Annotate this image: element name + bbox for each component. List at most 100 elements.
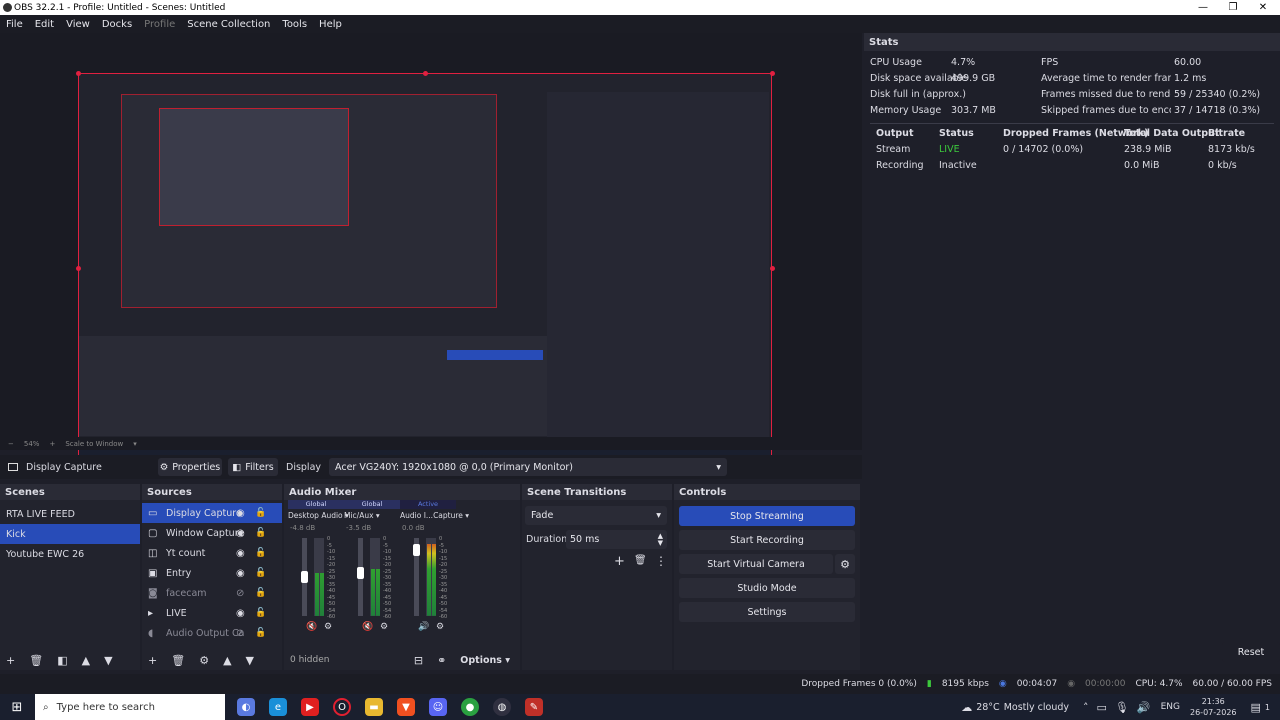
display-select[interactable]: Acer VG240Y: 1920x1080 @ 0,0 (Primary Mo… <box>329 458 728 476</box>
lock-icon[interactable]: 🔓 <box>255 608 266 618</box>
channel-name[interactable]: Mic/Aux ▾ <box>344 511 400 520</box>
chevron-up-icon[interactable]: ▲ <box>223 654 231 667</box>
zoom-out-icon[interactable]: − <box>8 440 14 448</box>
zoom-mode[interactable]: Scale to Window <box>65 440 123 448</box>
resize-handle-tl[interactable] <box>76 71 81 76</box>
add-icon[interactable]: + <box>6 654 15 667</box>
muted-speaker-icon[interactable]: 🔇 <box>306 622 317 632</box>
trash-icon[interactable]: 🗑 <box>171 654 185 667</box>
eye-icon[interactable]: ◉ <box>236 548 245 559</box>
resize-handle-ml[interactable] <box>76 266 81 271</box>
mic-icon[interactable]: 🎙 <box>1115 701 1129 714</box>
preview-area[interactable] <box>0 33 862 466</box>
trash-icon[interactable]: 🗑 <box>29 654 43 667</box>
add-icon[interactable]: + <box>148 654 157 667</box>
source-item[interactable]: ◫ Yt count ◉ 🔓 <box>142 543 282 563</box>
virtual-camera-settings-button[interactable]: ⚙ <box>835 554 855 574</box>
source-item[interactable]: ▭ Display Capture ◉ 🔓 <box>142 503 282 523</box>
lock-icon[interactable]: 🔓 <box>255 588 266 598</box>
chevron-down-icon[interactable]: ▼ <box>104 654 112 667</box>
muted-speaker-icon[interactable]: 🔇 <box>362 622 373 632</box>
lock-icon[interactable]: 🔓 <box>255 528 266 538</box>
eye-icon[interactable]: ◉ <box>236 608 245 619</box>
taskbar-search[interactable]: ⌕ Type here to search <box>35 694 225 720</box>
youtube-icon[interactable]: ▶ <box>301 698 319 716</box>
lock-icon[interactable]: 🔓 <box>255 548 266 558</box>
restore-button[interactable]: ❐ <box>1218 0 1248 15</box>
gear-icon[interactable]: ⚙ <box>324 622 332 632</box>
add-icon[interactable]: + <box>614 554 625 569</box>
resize-handle-mr[interactable] <box>770 266 775 271</box>
menu-tools[interactable]: Tools <box>282 19 307 30</box>
stop-streaming-button[interactable]: Stop Streaming <box>679 506 855 526</box>
menu-edit[interactable]: Edit <box>35 19 54 30</box>
menu-profile[interactable]: Profile <box>144 19 175 30</box>
tray-chevron-icon[interactable]: ˄ <box>1083 701 1089 714</box>
start-recording-button[interactable]: Start Recording <box>679 530 855 550</box>
scene-item-selected[interactable]: Kick <box>0 524 140 544</box>
brave-icon[interactable]: ▼ <box>397 698 415 716</box>
volume-icon[interactable]: 🔊 <box>1137 701 1151 714</box>
app-icon[interactable]: ✎ <box>525 698 543 716</box>
gear-icon[interactable]: ⚙ <box>199 654 209 667</box>
volume-knob[interactable] <box>357 567 364 580</box>
channel-name[interactable]: Desktop Audio ▾ <box>288 511 349 520</box>
trash-icon[interactable]: 🗑 <box>634 555 647 566</box>
chrome-icon[interactable]: ● <box>461 698 479 716</box>
volume-knob[interactable] <box>413 543 420 556</box>
eye-hidden-icon[interactable]: ⊘ <box>236 588 244 599</box>
start-virtual-camera-button[interactable]: Start Virtual Camera <box>679 554 833 574</box>
obs-taskbar-icon[interactable]: ◍ <box>493 698 511 716</box>
language[interactable]: ENG <box>1161 702 1180 712</box>
transition-select[interactable]: Fade ▾ <box>525 506 667 525</box>
notifications-icon[interactable]: ▤ <box>1251 701 1261 714</box>
resize-handle-tm[interactable] <box>423 71 428 76</box>
lock-icon[interactable]: 🔓 <box>255 628 266 638</box>
clock[interactable]: 21:36 26-07-2026 <box>1190 696 1237 718</box>
eye-icon[interactable]: ◉ <box>236 528 245 539</box>
menu-docks[interactable]: Docks <box>102 19 132 30</box>
windows-start-icon[interactable]: ⊞ <box>8 698 26 716</box>
channel-name[interactable]: Audio I...Capture ▾ <box>400 511 469 520</box>
filters-button[interactable]: ◧ Filters <box>228 458 278 476</box>
options-button[interactable]: Options ▾ <box>460 655 510 666</box>
eye-hidden-icon[interactable]: ⊘ <box>236 628 244 639</box>
resize-handle-tr[interactable] <box>770 71 775 76</box>
network-icon[interactable]: ▭ <box>1097 701 1107 714</box>
scene-item[interactable]: RTA LIVE FEED <box>0 504 140 524</box>
chevron-up-icon[interactable]: ▲ <box>82 654 90 667</box>
eye-icon[interactable]: ◉ <box>236 508 245 519</box>
reset-button[interactable]: Reset <box>1222 642 1280 662</box>
opera-icon[interactable]: O <box>333 698 351 716</box>
spin-arrows-icon[interactable]: ▲ ▼ <box>658 532 663 547</box>
file-explorer-icon[interactable]: ▬ <box>365 698 383 716</box>
menu-help[interactable]: Help <box>319 19 342 30</box>
volume-knob[interactable] <box>301 571 308 583</box>
chevron-down-icon[interactable]: ▼ <box>246 654 254 667</box>
menu-scene-collection[interactable]: Scene Collection <box>187 19 270 30</box>
minimize-button[interactable]: — <box>1188 0 1218 15</box>
discord-icon[interactable]: ☺ <box>429 698 447 716</box>
source-item[interactable]: ▸ LIVE ◉ 🔓 <box>142 603 282 623</box>
lock-icon[interactable]: 🔓 <box>255 568 266 578</box>
scene-item[interactable]: Youtube EWC 26 <box>0 544 140 564</box>
lock-icon[interactable]: 🔓 <box>255 508 266 518</box>
properties-button[interactable]: ⚙ Properties <box>158 458 222 476</box>
source-item[interactable]: ◙ facecam ⊘ 🔓 <box>142 583 282 603</box>
chevron-down-icon[interactable]: ▾ <box>133 440 137 448</box>
more-icon[interactable]: ⋮ <box>655 554 667 568</box>
menu-view[interactable]: View <box>66 19 90 30</box>
source-item[interactable]: ▣ Entry ◉ 🔓 <box>142 563 282 583</box>
close-button[interactable]: ✕ <box>1248 0 1278 15</box>
menu-file[interactable]: File <box>6 19 23 30</box>
studio-mode-button[interactable]: Studio Mode <box>679 578 855 598</box>
gear-icon[interactable]: ⚙ <box>436 622 444 632</box>
duration-spinbox[interactable]: 50 ms ▲ ▼ <box>566 530 667 549</box>
filter-icon[interactable]: ◧ <box>57 654 67 667</box>
source-item[interactable]: ▢ Window Capture ◉ 🔓 <box>142 523 282 543</box>
zoom-in-icon[interactable]: + <box>49 440 55 448</box>
link-icon[interactable]: ⚭ <box>437 654 446 667</box>
edge-icon[interactable]: e <box>269 698 287 716</box>
settings-button[interactable]: Settings <box>679 602 855 622</box>
speaker-icon[interactable]: 🔊 <box>418 622 429 632</box>
